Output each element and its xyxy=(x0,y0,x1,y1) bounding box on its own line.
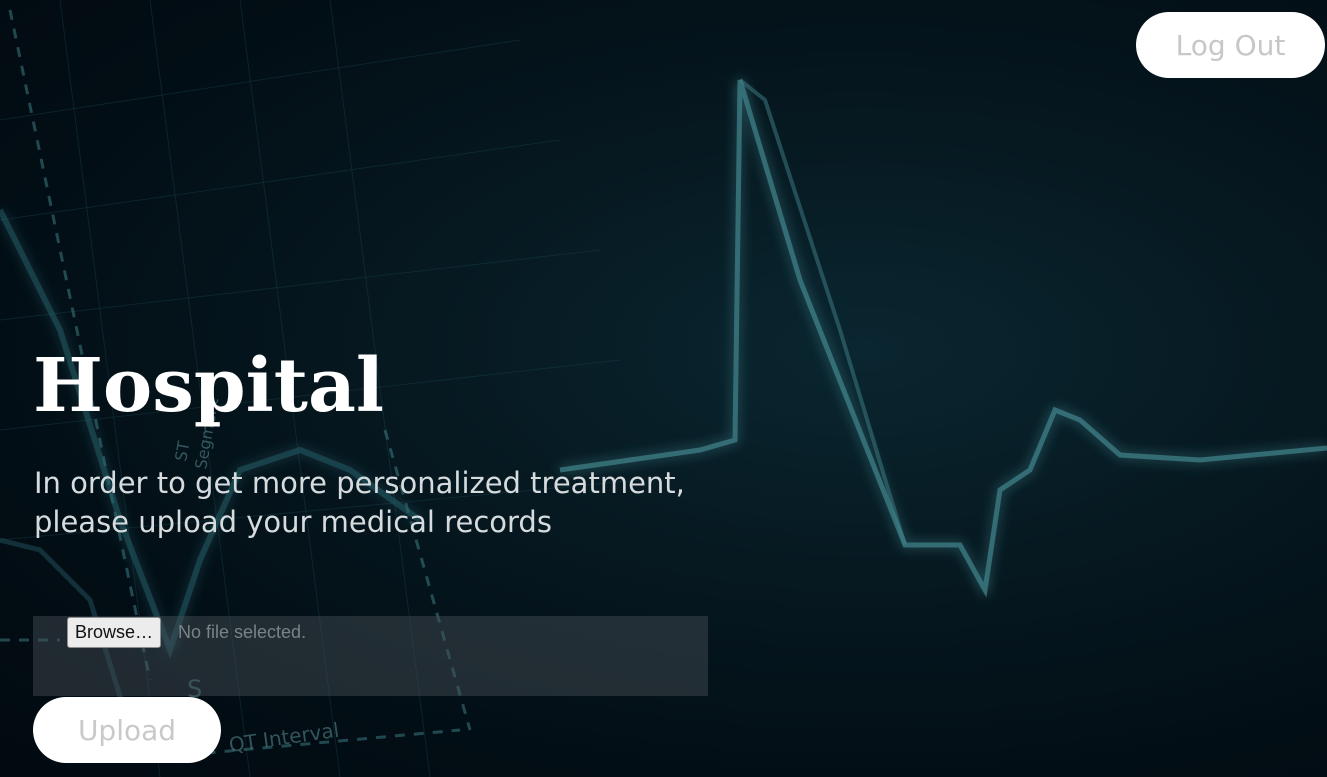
page-title: Hospital xyxy=(33,343,385,429)
subtitle-line-2: please upload your medical records xyxy=(34,505,552,539)
file-upload-panel: Browse… No file selected. xyxy=(33,616,708,696)
subtitle-line-1: In order to get more personalized treatm… xyxy=(34,466,685,500)
upload-button[interactable]: Upload xyxy=(33,697,221,763)
page-background: QT Interval ST Segment S Log Out Hospita… xyxy=(0,0,1327,777)
browse-button[interactable]: Browse… xyxy=(67,617,162,648)
ecg-label-st: ST xyxy=(171,440,193,463)
file-status-text: No file selected. xyxy=(178,622,307,642)
page-subtitle: In order to get more personalized treatm… xyxy=(34,464,794,542)
ecg-label-qt-interval: QT Interval xyxy=(227,718,340,757)
logout-button[interactable]: Log Out xyxy=(1136,12,1325,78)
